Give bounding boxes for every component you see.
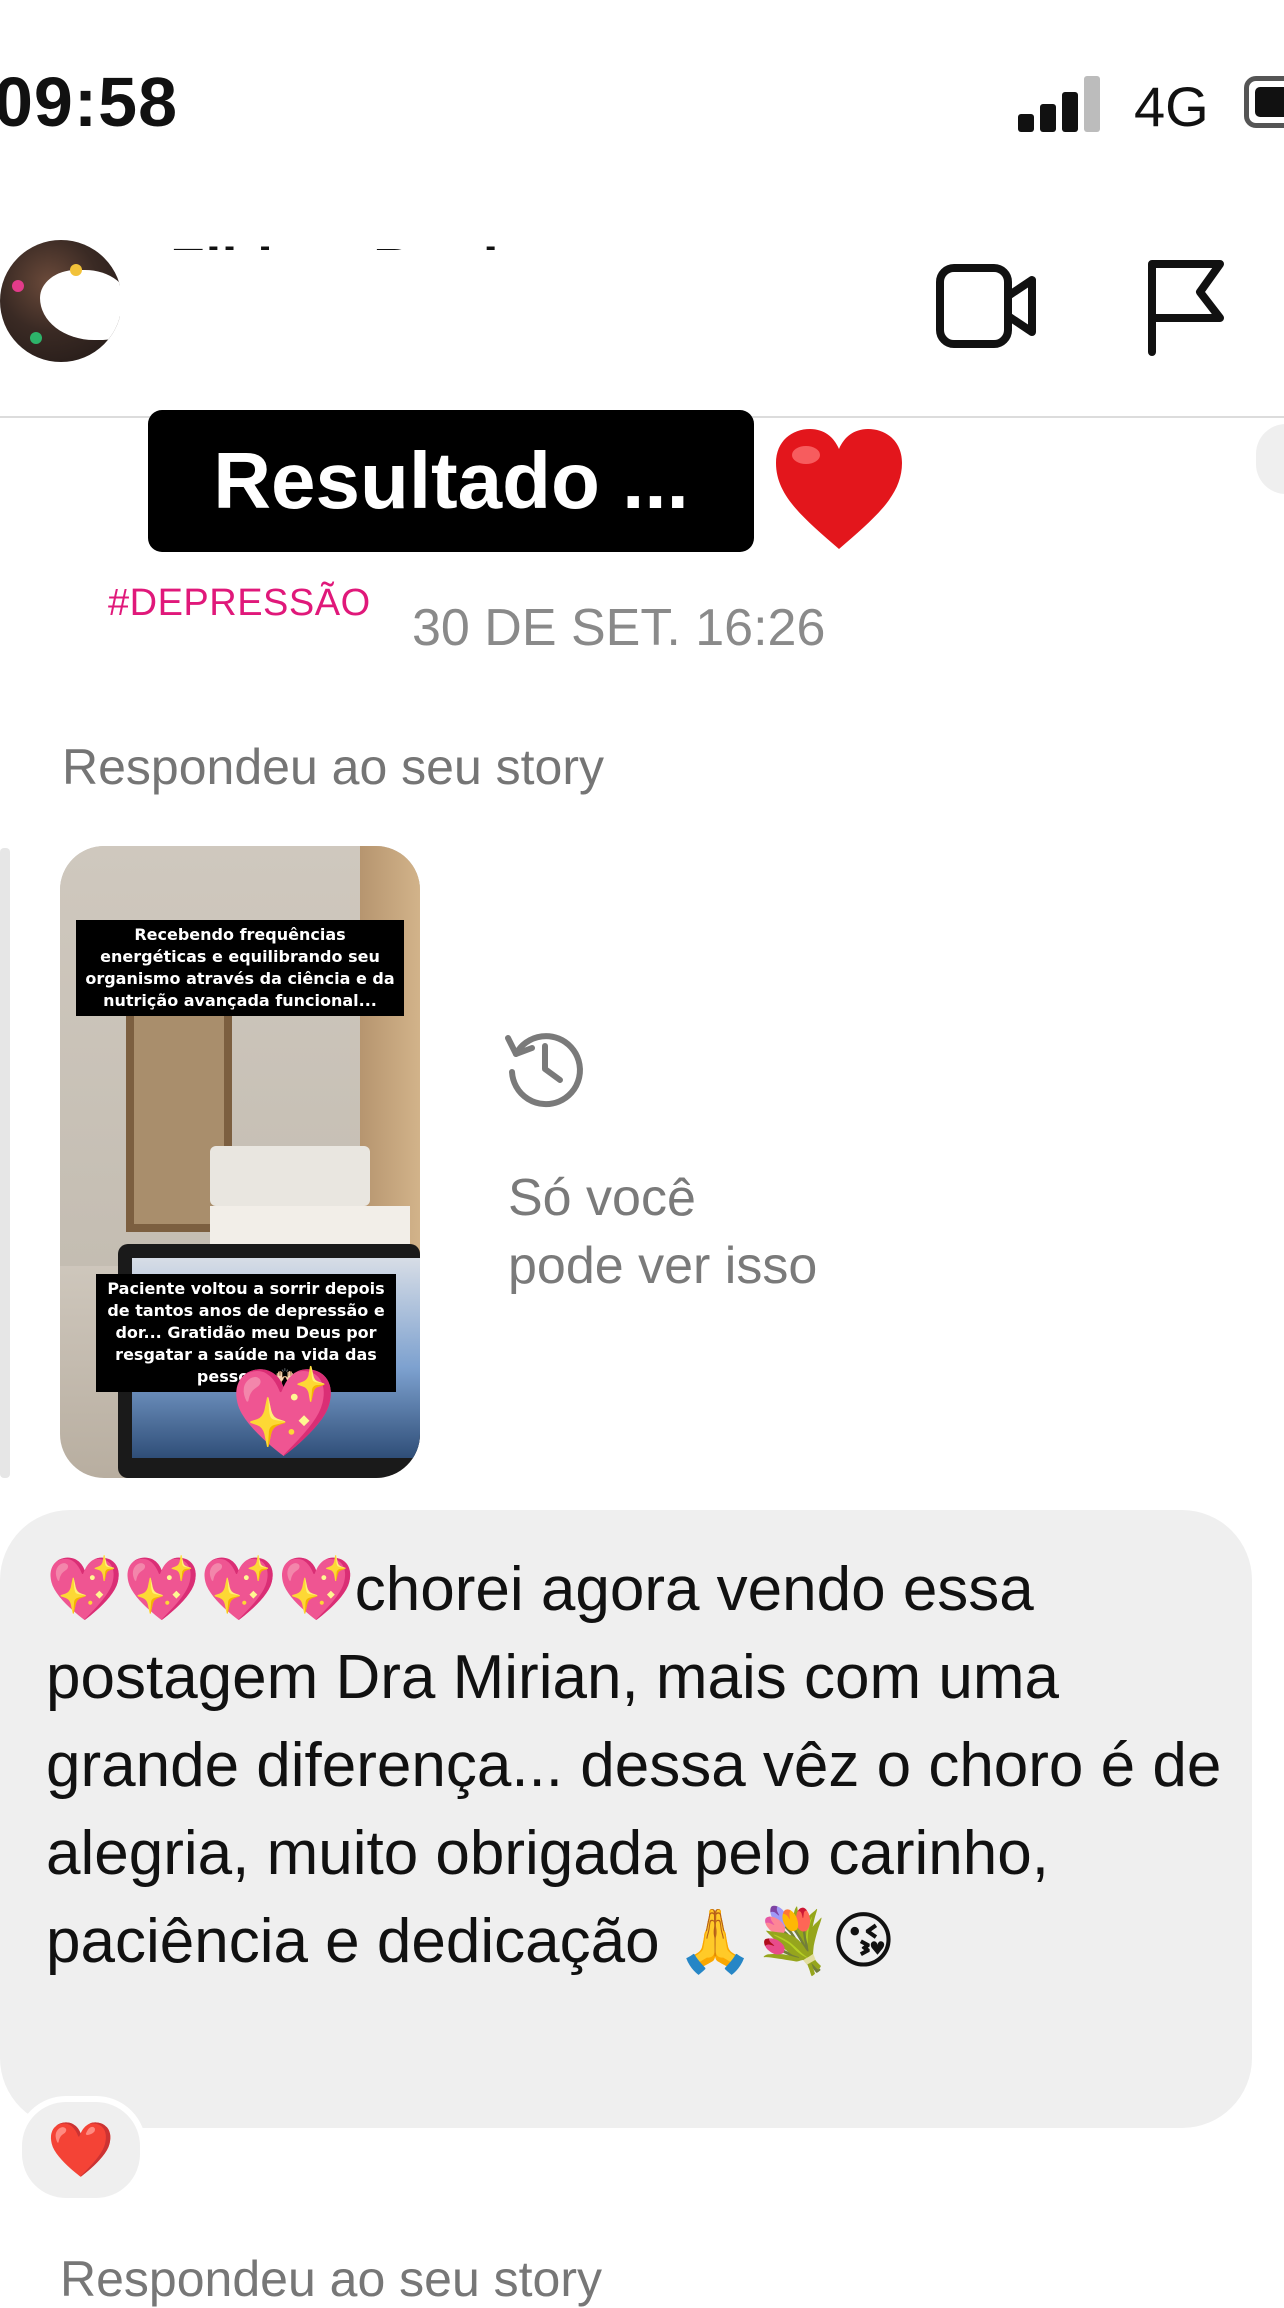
story-title-chip[interactable]: Resultado ... xyxy=(148,410,754,552)
battery-icon xyxy=(1244,76,1284,128)
flag-icon[interactable] xyxy=(1144,258,1226,356)
reaction-heart[interactable]: ❤️ xyxy=(16,2096,146,2204)
sparkling-heart-sticker: 💖 xyxy=(230,1365,338,1461)
message-timestamp: 30 DE SET. 16:26 xyxy=(412,599,826,657)
video-camera-icon[interactable] xyxy=(936,262,1036,350)
status-time: 09:58 xyxy=(0,63,179,141)
only-you-line1: Só você xyxy=(508,1169,696,1227)
only-you-note: Só você pode ver isso xyxy=(508,1164,817,1300)
only-you-line2: pode ver isso xyxy=(508,1237,818,1295)
reply-quote-line xyxy=(0,848,10,1478)
chat-header: Zildete Pupim zilpupim xyxy=(0,220,1284,418)
redaction-mark xyxy=(120,250,610,360)
cellular-signal-icon xyxy=(1018,72,1104,132)
heart-icon xyxy=(772,425,906,558)
story-thumbnail[interactable]: Recebendo frequências energéticas e equi… xyxy=(60,846,420,1478)
edge-bubble xyxy=(1256,424,1284,494)
next-replied-label: Respondeu ao seu story xyxy=(60,2251,603,2307)
network-type: 4G xyxy=(1134,75,1209,138)
avatar[interactable] xyxy=(0,240,122,362)
history-icon xyxy=(502,1024,588,1115)
replied-label: Respondeu ao seu story xyxy=(62,739,605,795)
message-text: 💖💖💖💖chorei agora vendo essa postagem Dra… xyxy=(46,1555,1222,1976)
story-tag[interactable]: #DEPRESSÃO xyxy=(108,582,371,625)
story-caption-top: Recebendo frequências energéticas e equi… xyxy=(76,920,404,1016)
